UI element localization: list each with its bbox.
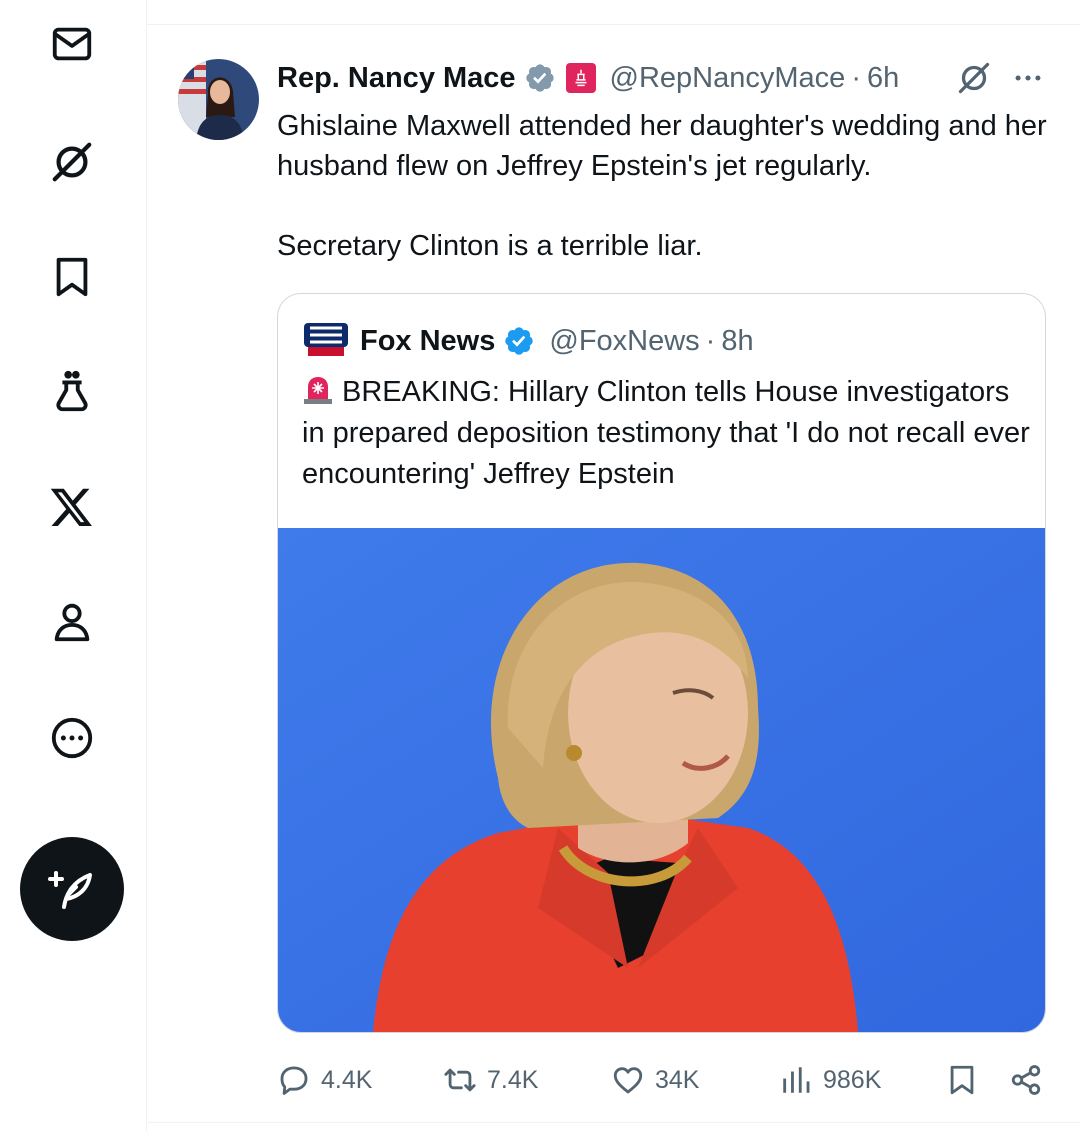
more-options-button[interactable]	[1008, 58, 1048, 98]
compose-button[interactable]	[20, 837, 124, 941]
sidebar-item-grok[interactable]	[40, 130, 104, 194]
quoted-tweet[interactable]: Fox News @FoxNews · 8h BREAKING: Hillary…	[277, 293, 1046, 1033]
like-count: 34K	[655, 1065, 700, 1094]
grok-icon	[958, 62, 990, 94]
quoted-author-handle[interactable]: @FoxNews	[549, 325, 699, 358]
sidebar-item-bookmarks[interactable]	[40, 245, 104, 309]
share-button[interactable]	[1009, 1056, 1053, 1104]
post-time[interactable]: 6h	[867, 62, 899, 95]
tweet-text: Ghislaine Maxwell attended her daughter'…	[277, 110, 1047, 262]
sidebar-item-messages[interactable]	[40, 12, 104, 76]
tweet-action-bar: 4.4K 7.4K 34K 986K	[277, 1056, 1047, 1104]
divider	[147, 1122, 1080, 1123]
view-count: 986K	[823, 1065, 882, 1094]
dot-separator: ·	[851, 61, 861, 94]
mail-icon	[52, 27, 92, 61]
bookmark-icon	[56, 257, 88, 297]
heart-icon	[613, 1067, 643, 1094]
bookmark-button[interactable]	[945, 1056, 989, 1104]
verified-badge-icon	[524, 62, 556, 94]
bookmark-icon	[950, 1065, 974, 1095]
reply-icon	[280, 1066, 308, 1095]
fox-news-logo-icon	[302, 317, 350, 365]
sidebar-item-profile[interactable]	[40, 590, 104, 654]
sidebar-nav	[0, 0, 147, 1131]
siren-emoji-icon	[302, 373, 334, 405]
sidebar-item-premium[interactable]	[40, 475, 104, 539]
quoted-post-time[interactable]: 8h	[721, 325, 753, 358]
house-seal-badge-icon	[565, 63, 596, 93]
more-circle-icon	[51, 717, 93, 759]
quoted-tweet-text: BREAKING: Hillary Clinton tells House in…	[302, 376, 1030, 490]
like-button[interactable]: 34K	[611, 1056, 699, 1104]
reply-button[interactable]: 4.4K	[277, 1056, 372, 1104]
repost-icon	[444, 1068, 476, 1092]
x-logo-icon	[50, 488, 92, 526]
grok-button[interactable]	[954, 58, 994, 98]
grok-icon	[52, 142, 92, 182]
quoted-tweet-image[interactable]	[278, 528, 1045, 1032]
divider	[147, 24, 1080, 25]
reply-count: 4.4K	[321, 1065, 373, 1094]
avatar-photo	[178, 59, 259, 140]
views-chart-icon	[783, 1067, 810, 1093]
verified-badge-icon	[503, 325, 535, 357]
repost-button[interactable]: 7.4K	[443, 1056, 538, 1104]
repost-count: 7.4K	[487, 1065, 539, 1094]
person-icon	[54, 603, 90, 642]
compose-quill-icon	[48, 871, 92, 909]
quoted-tweet-text-block: BREAKING: Hillary Clinton tells House in…	[302, 372, 1032, 495]
tweet-header: Rep. Nancy Mace @RepNancyMace · 6h	[277, 56, 899, 100]
author-handle[interactable]: @RepNancyMace	[610, 62, 846, 95]
author-name[interactable]: Rep. Nancy Mace	[277, 62, 516, 95]
more-horizontal-icon	[1015, 75, 1041, 81]
sidebar-item-more[interactable]	[40, 706, 104, 770]
share-icon	[1011, 1065, 1041, 1095]
flask-icon	[56, 370, 88, 412]
dot-separator: ·	[705, 324, 716, 357]
views-button[interactable]: 986K	[779, 1056, 881, 1104]
avatar[interactable]	[178, 59, 259, 140]
quoted-tweet-header: Fox News @FoxNews · 8h	[302, 316, 754, 366]
quoted-author-name[interactable]: Fox News	[360, 325, 495, 358]
sidebar-item-labs[interactable]	[40, 360, 104, 424]
